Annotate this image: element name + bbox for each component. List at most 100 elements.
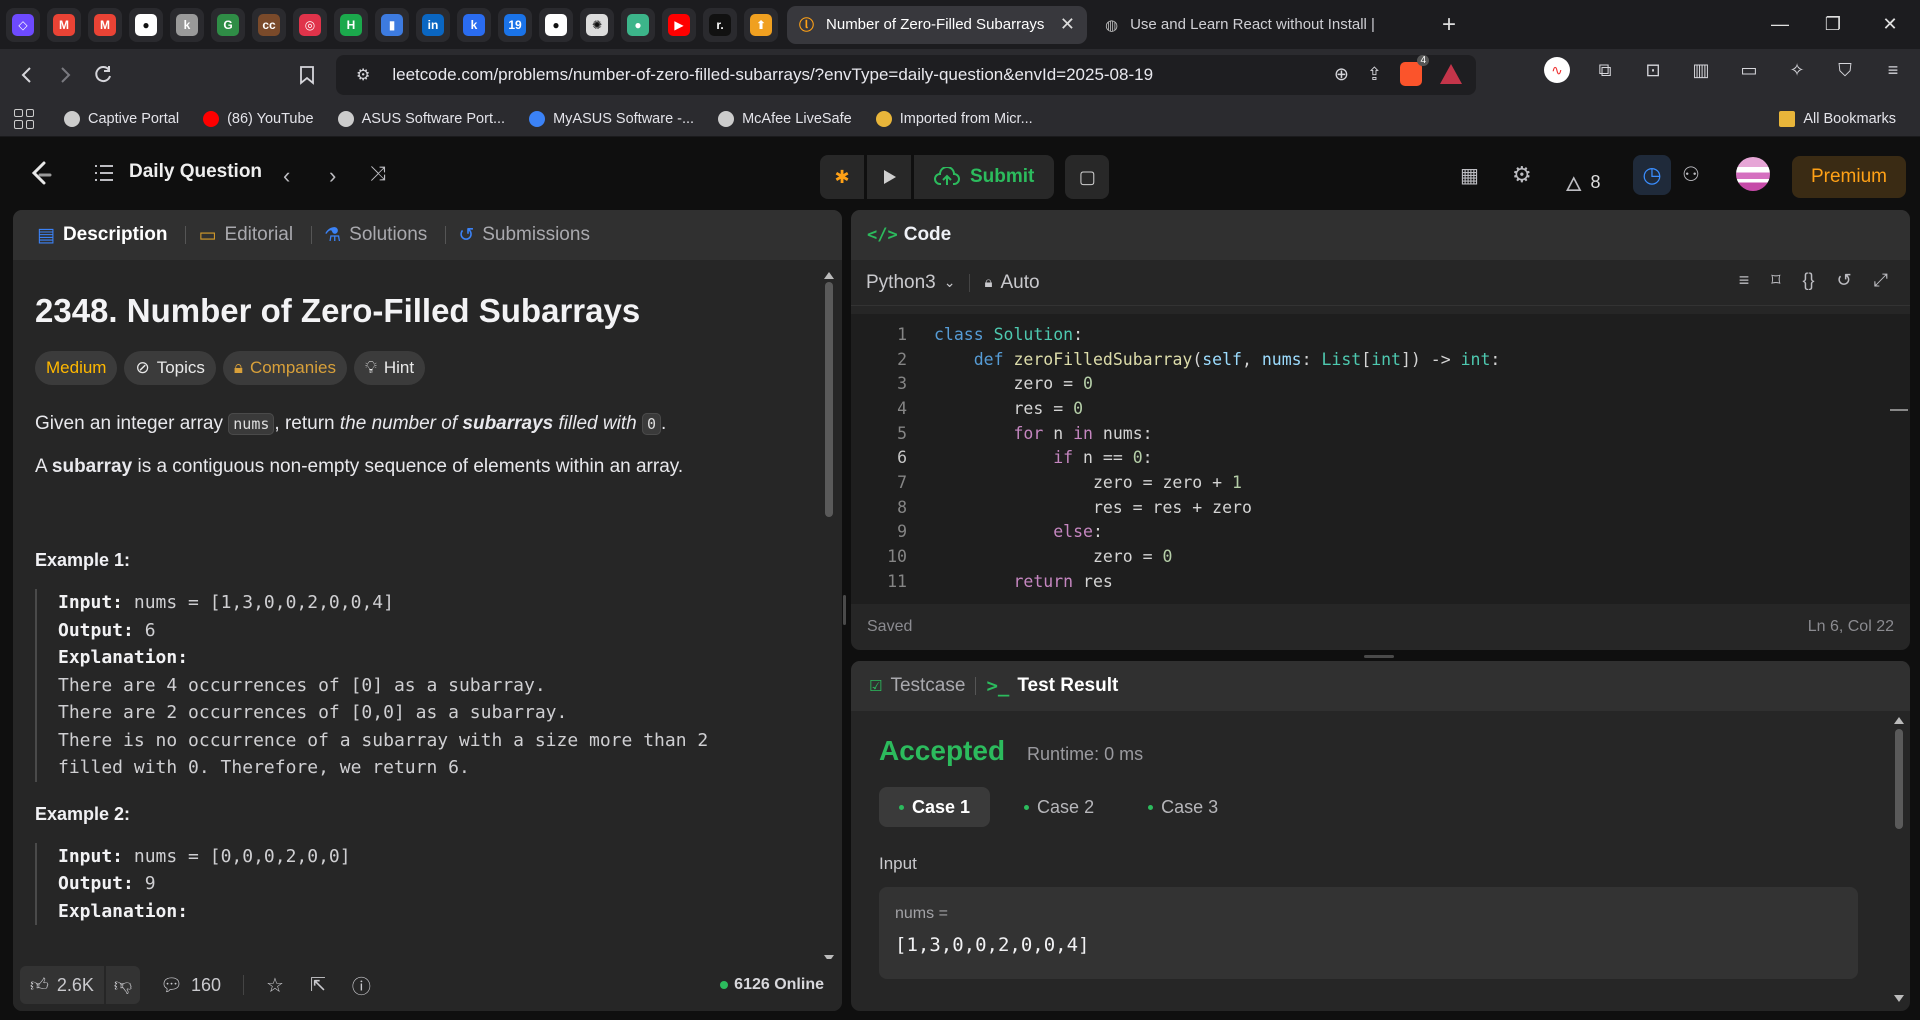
brave-rewards-icon[interactable]	[1440, 64, 1462, 84]
add-friend-icon[interactable]: ⚇	[1682, 162, 1700, 187]
case-3-tab[interactable]: Case 3	[1128, 787, 1238, 827]
case-1-tab[interactable]: Case 1	[879, 787, 991, 827]
inactive-tab[interactable]: ◍ Use and Learn React without Install |	[1093, 6, 1423, 44]
dislike-button[interactable]: 👎︎	[105, 966, 141, 1004]
shuffle-icon[interactable]: ⤨	[370, 163, 386, 186]
notes-button[interactable]: ▢	[1065, 155, 1110, 199]
braces-icon[interactable]: {}	[1802, 270, 1814, 291]
tab-description[interactable]: ▤ Description	[31, 224, 179, 246]
apps-grid-icon[interactable]	[14, 108, 34, 129]
active-tab[interactable]: ⓛ Number of Zero-Filled Subarrays ✕	[787, 5, 1087, 44]
next-problem-icon[interactable]: ›	[329, 163, 336, 189]
settings-gear-icon[interactable]: ⚙	[1512, 162, 1532, 188]
new-tab-button[interactable]: +	[1429, 6, 1469, 44]
acrobat-extension-icon[interactable]: ∿	[1544, 57, 1570, 83]
reload-button[interactable]	[84, 56, 122, 94]
restore-button[interactable]: ❐	[1803, 0, 1863, 49]
auto-mode[interactable]: 🔒︎ Auto	[984, 272, 1039, 294]
result-scrollbar[interactable]	[1894, 717, 1904, 1002]
tab-editorial[interactable]: ▭ Editorial	[192, 224, 305, 246]
rocket-tab[interactable]: ⬆	[744, 7, 778, 42]
description-scrollbar[interactable]	[824, 272, 834, 962]
comments-button[interactable]: 💬︎ 160	[160, 975, 221, 996]
run-button[interactable]	[867, 155, 911, 199]
bookmark-code-icon[interactable]: ⌑	[1771, 270, 1780, 291]
brave-shields-icon[interactable]: 4	[1400, 55, 1429, 86]
minimize-button[interactable]: —	[1750, 0, 1810, 49]
tab-solutions[interactable]: ⚗ Solutions	[318, 224, 439, 246]
bookmark-item[interactable]: MyASUS Software -...	[529, 110, 694, 127]
menu-icon[interactable]: ≡	[1880, 57, 1906, 83]
chart-tab[interactable]: ▮	[375, 7, 409, 42]
k-tab[interactable]: k	[170, 7, 204, 42]
layout-icon[interactable]: ▦	[1460, 163, 1479, 188]
sidebar-icon[interactable]: ▥	[1688, 57, 1714, 83]
vertical-resize-handle[interactable]	[843, 595, 846, 625]
window-close-button[interactable]: ✕	[1860, 0, 1920, 49]
fullscreen-icon[interactable]: ⤢	[1874, 270, 1888, 291]
forward-button[interactable]	[46, 56, 84, 94]
premium-button[interactable]: Premium	[1792, 156, 1906, 198]
gmail-tab-1[interactable]: M	[47, 7, 81, 42]
bookmark-item[interactable]: ASUS Software Port...	[337, 110, 505, 127]
star-icon[interactable]: ☆	[266, 973, 284, 998]
share-icon[interactable]: ⇪	[1367, 64, 1382, 85]
submit-button[interactable]: Submit	[914, 155, 1055, 199]
language-select[interactable]: Python3 ⌄	[866, 272, 955, 294]
vpn-icon[interactable]: ⛉	[1832, 57, 1858, 83]
bookmark-item[interactable]: Captive Portal	[64, 110, 179, 127]
openai-tab[interactable]: ✺	[580, 7, 614, 42]
calendar-tab[interactable]: 19	[498, 7, 532, 42]
avatar[interactable]	[1736, 157, 1770, 191]
debug-button[interactable]: ✱	[820, 155, 864, 199]
streak-counter[interactable]: 🜂 8	[1565, 162, 1601, 203]
format-lines-icon[interactable]: ≡	[1739, 270, 1750, 291]
problem-title[interactable]: 2348. Number of Zero-Filled Subarrays	[35, 292, 806, 330]
bookmark-item[interactable]: (86) YouTube	[203, 110, 314, 127]
scrollbar-thumb[interactable]	[825, 282, 833, 517]
cc-tab[interactable]: cc	[252, 7, 286, 42]
companies-tag[interactable]: 🔒︎ Companies	[222, 351, 347, 385]
r-tab[interactable]: r.	[703, 7, 737, 42]
tab-test-result[interactable]: >_ Test Result	[986, 675, 1118, 697]
case-2-tab[interactable]: Case 2	[1004, 787, 1114, 827]
hint-tag[interactable]: 💡︎ Hint	[353, 351, 426, 385]
prev-problem-icon[interactable]: ‹	[283, 163, 290, 189]
all-bookmarks-folder[interactable]: All Bookmarks	[1779, 110, 1896, 127]
k-blue-tab[interactable]: k	[457, 7, 491, 42]
leo-ai-icon[interactable]: ✧	[1784, 57, 1810, 83]
url-field[interactable]: ⚙ leetcode.com/problems/number-of-zero-f…	[336, 55, 1476, 95]
site-info-icon[interactable]: ⚙	[356, 65, 370, 85]
result-scrollbar-thumb[interactable]	[1895, 729, 1903, 829]
topics-tag[interactable]: ⊘ Topics	[124, 351, 216, 385]
linkedin-tab[interactable]: in	[416, 7, 450, 42]
youtube-tab[interactable]: ▶	[662, 7, 696, 42]
wallet-icon[interactable]: ▭	[1736, 57, 1762, 83]
extensions-puzzle-icon[interactable]: ⧉	[1592, 57, 1618, 83]
hackerrank-tab[interactable]: H	[334, 7, 368, 42]
reset-icon[interactable]: ↺	[1837, 270, 1852, 291]
proton-tab[interactable]: ◇	[6, 7, 40, 42]
like-button[interactable]: 👍︎ 2.6K	[20, 966, 104, 1004]
github-tab-1[interactable]: ●	[129, 7, 163, 42]
zoom-icon[interactable]: ⊕	[1334, 64, 1349, 85]
panel-resize-handle[interactable]	[1364, 655, 1394, 658]
problem-list-icon[interactable]	[93, 163, 115, 183]
target-tab[interactable]: ◎	[293, 7, 327, 42]
tab-submissions[interactable]: ↺ Submissions	[452, 224, 602, 246]
help-icon[interactable]: ⓘ	[352, 972, 371, 999]
close-tab-icon[interactable]: ✕	[1060, 14, 1075, 35]
tab-testcase[interactable]: ☑ Testcase	[869, 675, 965, 697]
back-button[interactable]	[8, 56, 46, 94]
share-external-icon[interactable]: ⇱	[310, 974, 326, 997]
bookmark-item[interactable]: Imported from Micr...	[875, 110, 1033, 127]
green-tab[interactable]: ●	[621, 7, 655, 42]
screenshot-icon[interactable]: ⊡	[1640, 57, 1666, 83]
leetcode-logo-icon[interactable]	[30, 161, 52, 187]
github-tab-2[interactable]: ●	[539, 7, 573, 42]
bookmark-page-button[interactable]	[288, 56, 326, 94]
code-editor[interactable]: 1 class Solution: 2 def zeroFilledSubarra…	[851, 314, 1910, 604]
gmail-tab-2[interactable]: M	[88, 7, 122, 42]
bookmark-item[interactable]: McAfee LiveSafe	[718, 110, 852, 127]
gfg-tab[interactable]: G	[211, 7, 245, 42]
